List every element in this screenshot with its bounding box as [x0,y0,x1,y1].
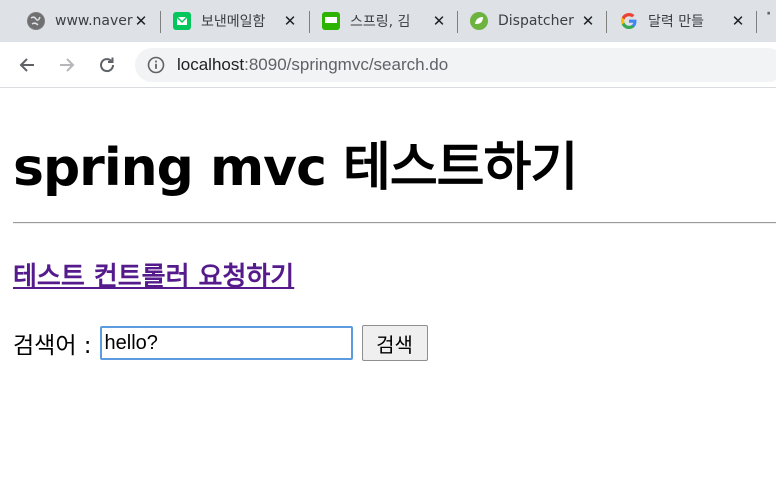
tab-title: 보낸메일함 [201,14,266,30]
test-controller-link[interactable]: 테스트 컨트롤러 요청하기 [13,256,294,293]
globe-icon [27,12,45,30]
search-button[interactable]: 검색 [361,325,428,361]
tab-separator [606,11,607,33]
close-icon[interactable]: ✕ [730,13,746,29]
tab-sent-mail[interactable]: 보낸메일함 ✕ [163,6,306,36]
tab-separator [457,11,458,33]
close-icon[interactable]: ✕ [133,13,149,29]
reload-button[interactable] [94,52,120,78]
address-bar[interactable]: localhost:8090/springmvc/search.do [135,48,776,82]
tab-title: 달력 만들 [648,14,704,30]
tab-blog[interactable]: 스프링, 김 ✕ [312,6,455,36]
tab-naver[interactable]: www.naver ✕ [17,6,157,36]
tab-dispatcher[interactable]: Dispatcher ✕ [460,6,604,36]
tab-title: Dispatcher [498,13,574,29]
url-host: localhost [177,55,245,74]
google-icon [620,12,638,30]
arrow-right-icon [60,58,75,72]
info-icon[interactable] [147,56,165,74]
close-icon[interactable]: ✕ [431,13,447,29]
spring-icon [470,12,488,30]
tab-strip: www.naver ✕ 보낸메일함 ✕ 스프링, 김 ✕ Dispatcher … [0,0,776,42]
mail-icon [173,12,191,30]
search-input[interactable] [99,326,353,360]
more-tabs-icon[interactable]: · [766,6,776,26]
reload-icon [100,57,115,73]
back-button[interactable] [14,52,40,78]
search-form: 검색어 : 검색 [13,325,428,361]
tab-title: 스프링, 김 [350,14,411,30]
url-path: :8090/springmvc/search.do [244,55,449,74]
tab-separator [309,11,310,33]
close-icon[interactable]: ✕ [282,13,298,29]
blog-icon [322,12,340,30]
tab-calendar[interactable]: 달력 만들 ✕ [610,6,754,36]
page-content: spring mvc 테스트하기 테스트 컨트롤러 요청하기 검색어 : 검색 [0,89,776,483]
tab-separator [160,11,161,33]
page-title: spring mvc 테스트하기 [13,138,578,198]
search-label: 검색어 : [13,333,92,359]
browser-toolbar: localhost:8090/springmvc/search.do [0,42,776,88]
arrow-left-icon [19,58,34,72]
close-icon[interactable]: ✕ [580,13,596,29]
tab-title: www.naver [55,13,133,29]
tab-separator [756,11,757,33]
divider [13,222,776,224]
forward-button[interactable] [54,52,80,78]
